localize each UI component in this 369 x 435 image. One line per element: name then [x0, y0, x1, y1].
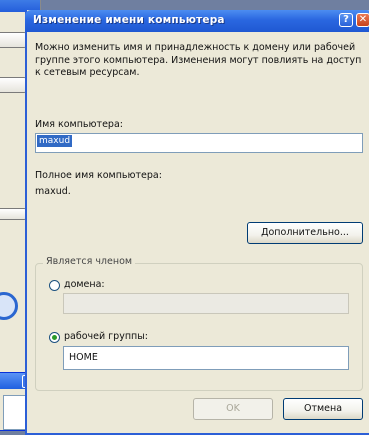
- background-window-button[interactable]: [0, 208, 27, 220]
- dialog-titlebar[interactable]: Изменение имени компьютера ? ✕: [25, 10, 369, 32]
- full-name-value: maxud.: [35, 186, 71, 197]
- background-window-button[interactable]: [0, 77, 27, 93]
- domain-input[interactable]: [63, 293, 349, 314]
- full-name-label: Полное имя компьютера:: [35, 170, 162, 181]
- ok-button[interactable]: OK: [193, 398, 273, 420]
- dialog-description: Можно изменить имя и принадлежность к до…: [35, 42, 362, 78]
- close-button[interactable]: ✕: [356, 13, 369, 27]
- computer-name-label: Имя компьютера:: [35, 119, 123, 130]
- workgroup-label: рабочей группы:: [64, 331, 148, 342]
- computer-name-dialog: Изменение имени компьютера ? ✕ Можно изм…: [25, 10, 369, 435]
- workgroup-input[interactable]: HOME: [63, 346, 349, 370]
- domain-label: домена:: [64, 279, 105, 290]
- workgroup-radio-selected-dot: [52, 335, 57, 340]
- workgroup-radio[interactable]: [49, 332, 60, 343]
- computer-name-value: maxud: [37, 135, 73, 147]
- cancel-button[interactable]: Отмена: [283, 398, 363, 420]
- background-window-button[interactable]: [0, 32, 27, 48]
- help-button[interactable]: ?: [339, 13, 353, 27]
- more-button[interactable]: Дополнительно...: [247, 222, 363, 244]
- domain-radio[interactable]: [49, 280, 60, 291]
- workgroup-value: HOME: [69, 352, 98, 363]
- computer-name-input[interactable]: maxud: [35, 133, 363, 153]
- member-of-title: Является членом: [43, 256, 136, 267]
- dialog-title: Изменение имени компьютера: [33, 14, 225, 26]
